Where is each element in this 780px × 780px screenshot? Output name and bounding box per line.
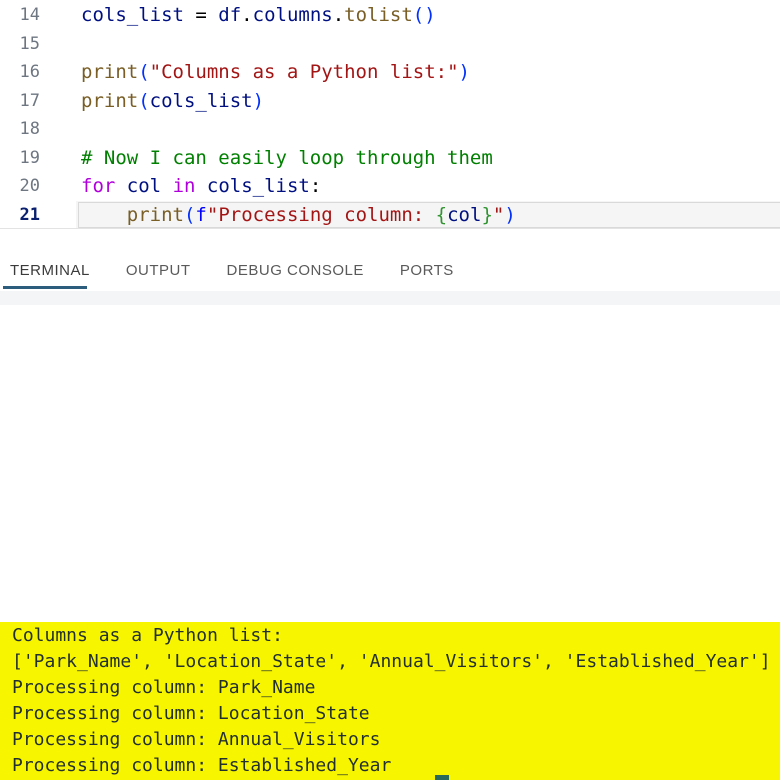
panel-tab-bar: TERMINAL OUTPUT DEBUG CONSOLE PORTS [10, 230, 490, 279]
code-text: print("Columns as a Python list:") [81, 61, 470, 83]
line-number: 17 [0, 87, 40, 116]
tab-output[interactable]: OUTPUT [126, 230, 191, 279]
line-number: 16 [0, 58, 40, 87]
tab-terminal[interactable]: TERMINAL [10, 230, 90, 279]
code-text: print(f"Processing column: {col}") [81, 204, 516, 226]
tab-debug-console[interactable]: DEBUG CONSOLE [227, 230, 364, 279]
code-text: print(cols_list) [81, 90, 264, 112]
panel-separator [0, 291, 780, 305]
code-line-15: 15 [0, 30, 780, 59]
line-number: 15 [0, 30, 40, 59]
terminal-line: ['Park_Name', 'Location_State', 'Annual_… [0, 649, 780, 675]
terminal-line: Columns as a Python list: [0, 623, 780, 649]
vscode-window: 14 cols_list = df.columns.tolist() 1516 pri… [0, 0, 780, 475]
code-line-17: 17 print(cols_list) [0, 87, 780, 116]
code-text: # Now I can easily loop through them [81, 147, 493, 169]
code-line-14: 14 cols_list = df.columns.tolist() [0, 1, 780, 30]
terminal-lines: Columns as a Python list:['Park_Name', '… [0, 623, 780, 779]
terminal-line: Processing column: Park_Name [0, 675, 780, 701]
line-number: 20 [0, 172, 40, 201]
line-number: 19 [0, 144, 40, 173]
terminal-line: Processing column: Location_State [0, 701, 780, 727]
terminal-line: Processing column: Annual_Visitors [0, 727, 780, 753]
code-line-16: 16 print("Columns as a Python list:") [0, 58, 780, 87]
line-number: 14 [0, 1, 40, 30]
code-text: for col in cols_list: [81, 175, 321, 197]
code-line-19: 19 # Now I can easily loop through them [0, 144, 780, 173]
code-editor[interactable]: 14 cols_list = df.columns.tolist() 1516 pri… [0, 0, 780, 229]
active-tab-indicator [3, 286, 87, 289]
code-text: cols_list = df.columns.tolist() [81, 4, 436, 26]
tab-ports[interactable]: PORTS [400, 230, 454, 279]
code-line-18: 18 [0, 115, 780, 144]
terminal-output[interactable]: Columns as a Python list:['Park_Name', '… [0, 305, 780, 475]
code-line-20: 20 for col in cols_list: [0, 172, 780, 201]
line-number: 18 [0, 115, 40, 144]
code-line-21: 21 print(f"Processing column: {col}") [0, 201, 780, 230]
terminal-cursor [435, 775, 449, 780]
line-number: 21 [0, 201, 40, 230]
terminal-line: Processing column: Established_Year [0, 753, 780, 779]
